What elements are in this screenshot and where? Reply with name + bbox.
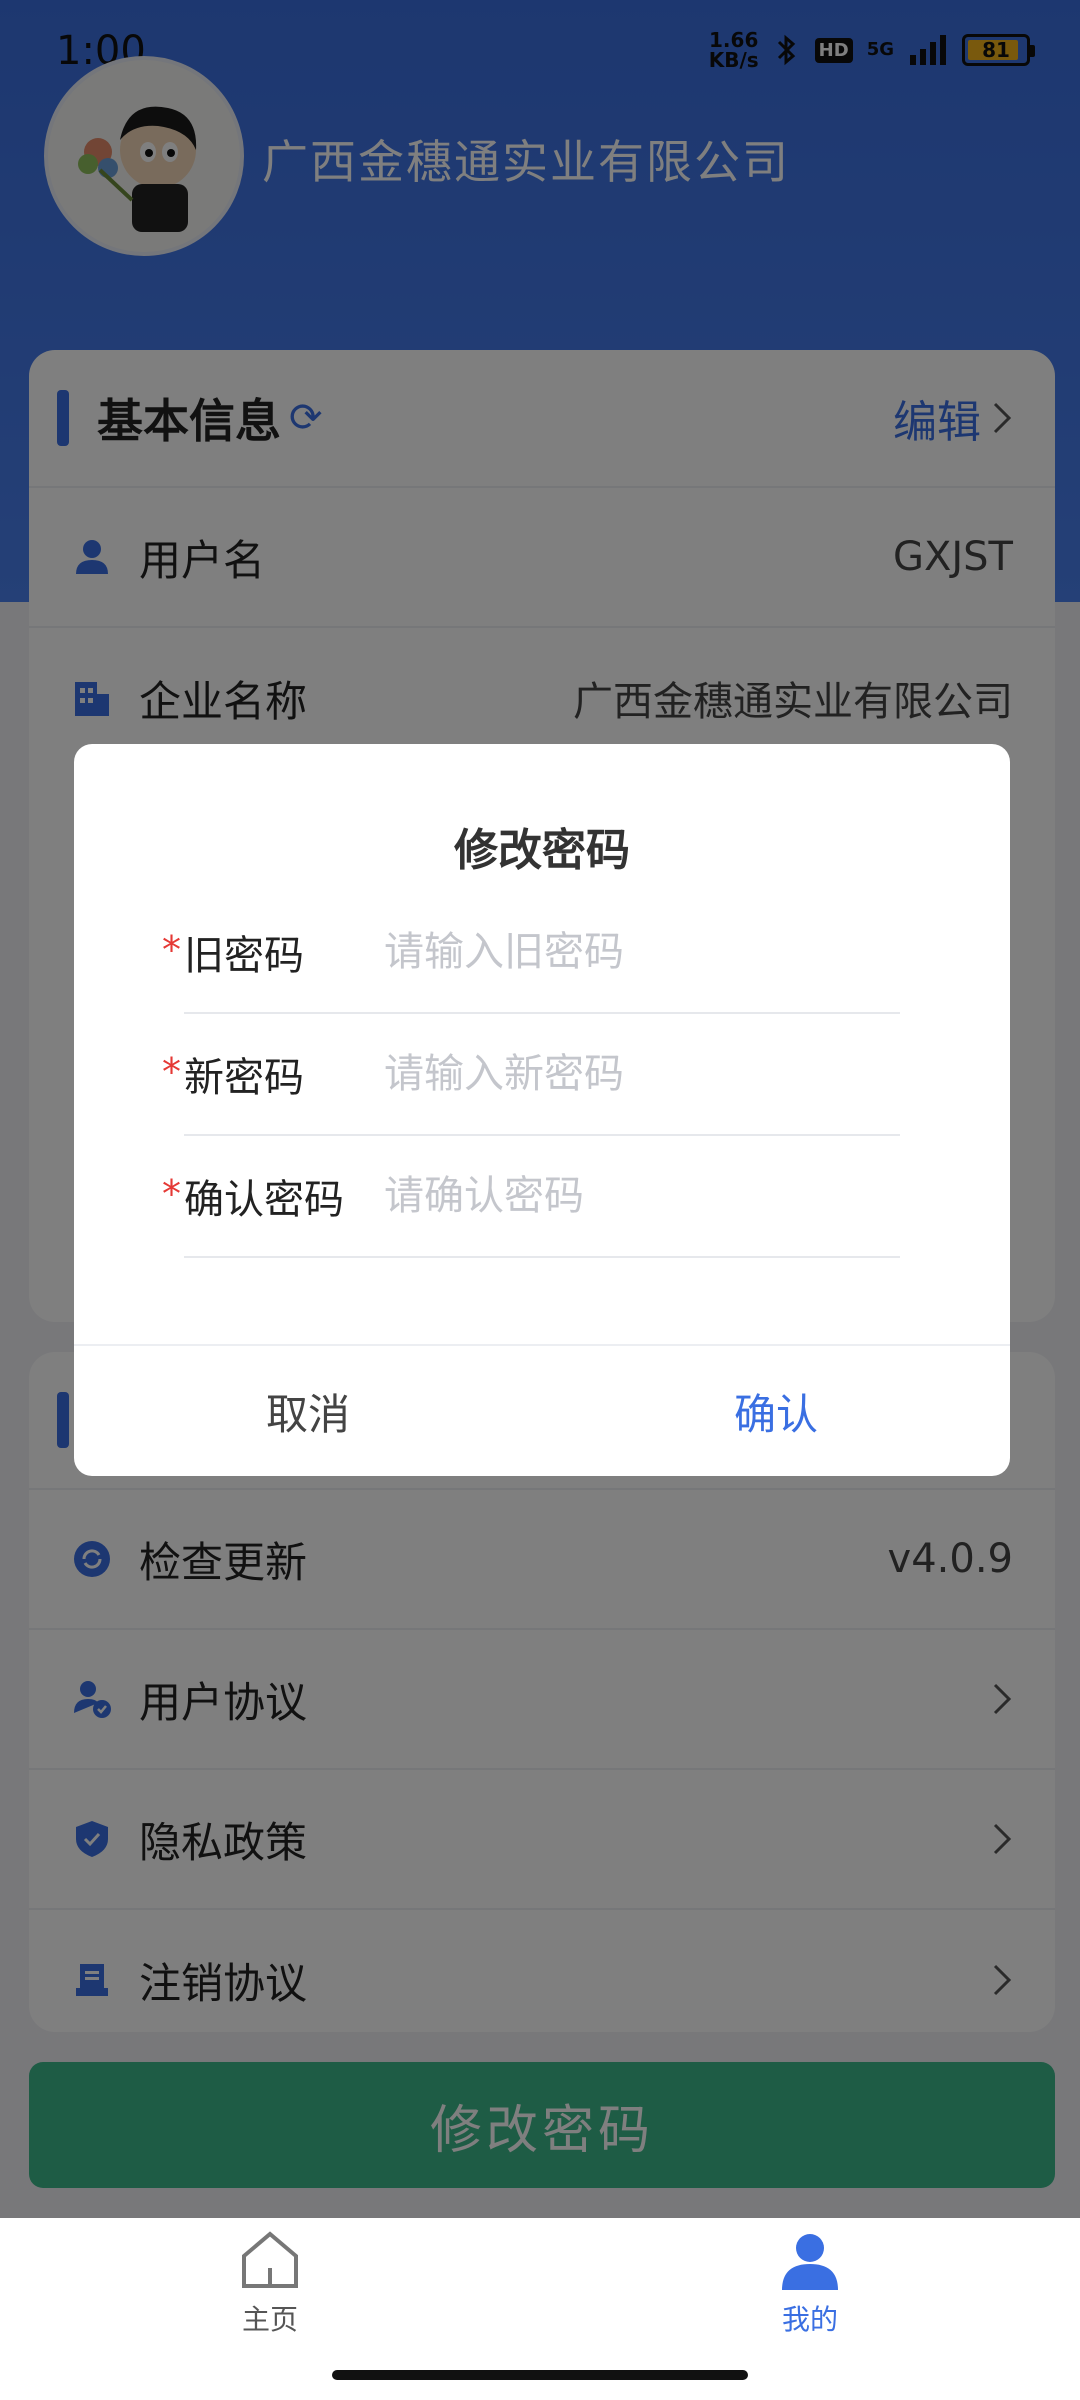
tab-label: 我的 xyxy=(781,2303,838,2336)
required-asterisk: * xyxy=(162,1050,181,1094)
home-icon xyxy=(242,2231,298,2288)
old-password-input[interactable] xyxy=(384,929,900,975)
change-password-dialog: 修改密码 * 旧密码 * 新密码 * 确认密码 取消 确认 xyxy=(74,744,1010,1476)
cancel-button[interactable]: 取消 xyxy=(74,1346,542,1476)
dialog-actions: 取消 确认 xyxy=(74,1344,1010,1476)
new-password-input[interactable] xyxy=(384,1051,900,1097)
dialog-title: 修改密码 xyxy=(454,825,630,876)
confirm-button[interactable]: 确认 xyxy=(542,1346,1010,1476)
field-label: 新密码 xyxy=(184,1055,304,1101)
confirm-password-input[interactable] xyxy=(384,1173,900,1219)
field-label: 确认密码 xyxy=(184,1177,344,1223)
tab-label: 主页 xyxy=(241,2303,298,2336)
person-icon xyxy=(782,2234,838,2290)
home-indicator[interactable] xyxy=(332,2370,748,2380)
field-label: 旧密码 xyxy=(184,933,304,979)
required-asterisk: * xyxy=(162,928,181,972)
old-password-field: * 旧密码 xyxy=(162,892,900,1014)
new-password-field: * 新密码 xyxy=(162,1014,900,1136)
confirm-password-field: * 确认密码 xyxy=(162,1136,900,1258)
required-asterisk: * xyxy=(162,1172,181,1216)
